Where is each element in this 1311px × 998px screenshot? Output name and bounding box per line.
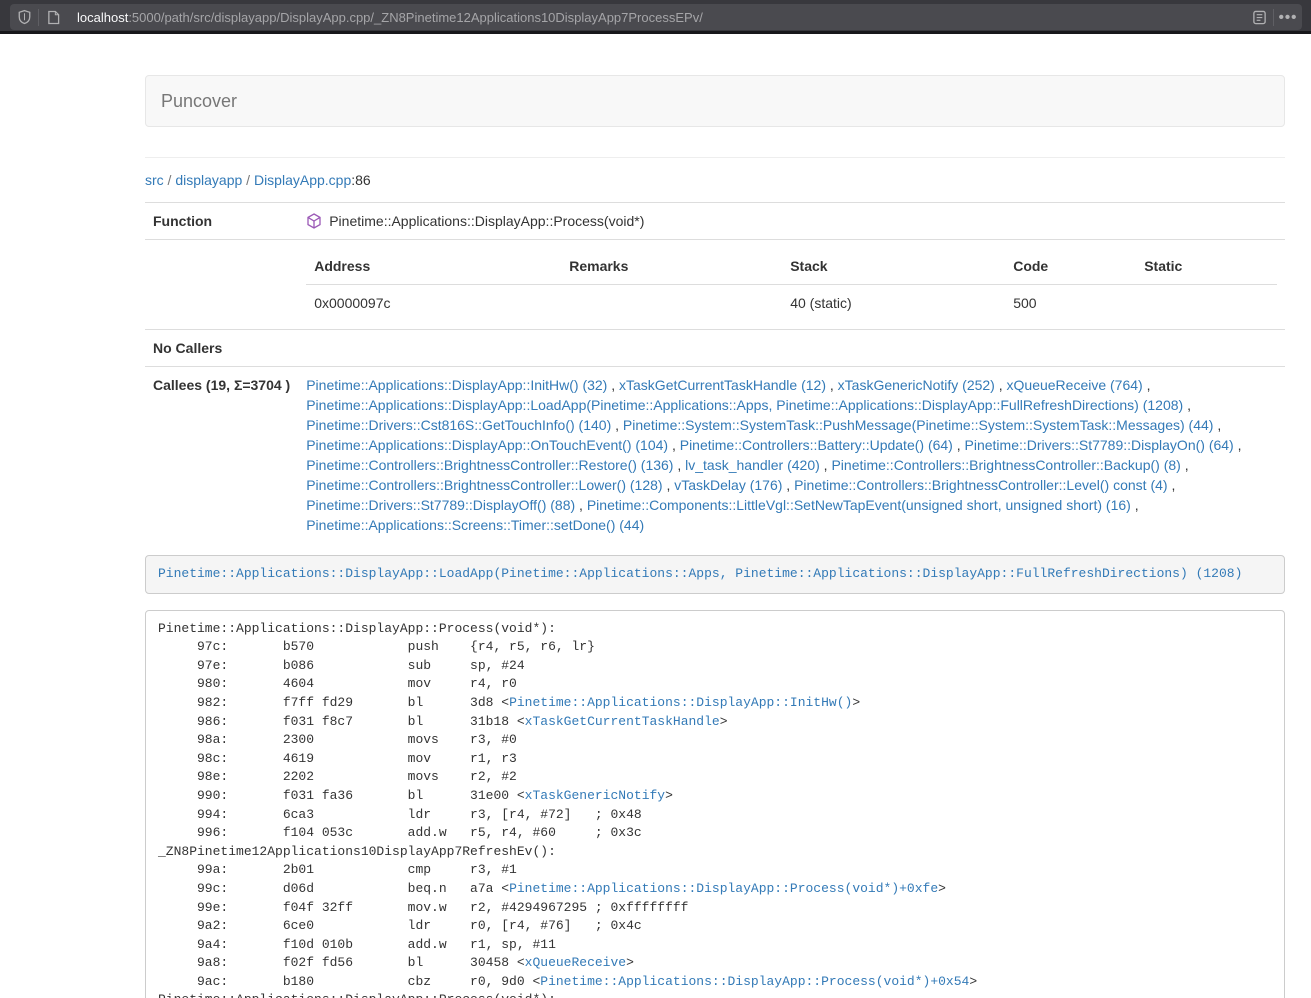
url-bar[interactable]: localhost:5000/path/src/displayapp/Displ… [10, 4, 1302, 30]
app-navbar: Puncover [145, 75, 1285, 127]
callee-link[interactable]: Pinetime::System::SystemTask::PushMessag… [623, 417, 1214, 433]
table-row-metrics: Address Remarks Stack Code Static 0x0000… [145, 240, 1285, 330]
function-row-label: Function [145, 203, 298, 240]
col-stack: Stack [782, 248, 1005, 285]
callee-link[interactable]: Pinetime::Controllers::BrightnessControl… [831, 457, 1180, 473]
callee-link[interactable]: Pinetime::Applications::DisplayApp::Init… [306, 377, 607, 393]
callee-link[interactable]: xQueueReceive (764) [1007, 377, 1143, 393]
metrics-header-row: Address Remarks Stack Code Static [306, 248, 1277, 285]
col-code: Code [1005, 248, 1136, 285]
divider [145, 157, 1285, 158]
callee-link[interactable]: Pinetime::Controllers::BrightnessControl… [794, 477, 1167, 493]
callee-link[interactable]: Pinetime::Controllers::BrightnessControl… [306, 457, 673, 473]
asm-symbol-link[interactable]: Pinetime::Applications::DisplayApp::Proc… [509, 881, 938, 896]
highlighted-symbol-link[interactable]: Pinetime::Applications::DisplayApp::Load… [158, 566, 1242, 581]
breadcrumb: src / displayapp / DisplayApp.cpp:86 [145, 172, 1285, 188]
no-callers-label: No Callers [145, 330, 298, 367]
code-size-value: 500 [1005, 285, 1136, 322]
col-static: Static [1136, 248, 1277, 285]
reader-mode-icon[interactable] [1245, 4, 1273, 30]
callee-link[interactable]: vTaskDelay (176) [674, 477, 782, 493]
page-info-icon[interactable] [39, 4, 67, 30]
callee-link[interactable]: Pinetime::Controllers::Battery::Update()… [680, 437, 953, 453]
callee-link[interactable]: Pinetime::Applications::DisplayApp::Load… [306, 397, 1183, 413]
page-actions-icon[interactable]: ••• [1274, 4, 1302, 30]
table-row-function: Function Pinetime::Applications::Display… [145, 203, 1285, 240]
callee-link[interactable]: Pinetime::Controllers::BrightnessControl… [306, 477, 662, 493]
address-value: 0x0000097c [306, 285, 561, 322]
browser-toolbar: localhost:5000/path/src/displayapp/Displ… [0, 0, 1311, 34]
function-name-cell: Pinetime::Applications::DisplayApp::Proc… [306, 211, 1277, 231]
breadcrumb-link[interactable]: DisplayApp.cpp [254, 172, 351, 188]
breadcrumb-link[interactable]: src [145, 172, 164, 188]
breadcrumb-line-number: :86 [351, 172, 370, 188]
callees-list: Pinetime::Applications::DisplayApp::Init… [298, 367, 1285, 544]
url-host: localhost [77, 10, 128, 25]
table-row-callees: Callees (19, Σ=3704 ) Pinetime::Applicat… [145, 367, 1285, 544]
col-remarks: Remarks [561, 248, 782, 285]
symbol-cube-icon [306, 213, 322, 229]
asm-symbol-link[interactable]: xQueueReceive [525, 955, 626, 970]
symbol-table: Function Pinetime::Applications::Display… [145, 202, 1285, 543]
callee-link[interactable]: xTaskGetCurrentTaskHandle (12) [619, 377, 826, 393]
asm-symbol-link[interactable]: Pinetime::Applications::DisplayApp::Init… [509, 695, 852, 710]
url-path: :5000/path/src/displayapp/DisplayApp.cpp… [128, 10, 703, 25]
callee-link[interactable]: Pinetime::Applications::Screens::Timer::… [306, 517, 644, 533]
remarks-value [561, 285, 782, 322]
callee-link[interactable]: Pinetime::Drivers::Cst816S::GetTouchInfo… [306, 417, 611, 433]
callee-link[interactable]: Pinetime::Drivers::St7789::DisplayOff() … [306, 497, 575, 513]
callees-label: Callees (19, Σ=3704 ) [145, 367, 298, 544]
asm-symbol-link[interactable]: xTaskGetCurrentTaskHandle [525, 714, 720, 729]
callee-link[interactable]: Pinetime::Applications::DisplayApp::OnTo… [306, 437, 668, 453]
highlighted-symbol-box: Pinetime::Applications::DisplayApp::Load… [145, 555, 1285, 594]
callee-link[interactable]: lv_task_handler (420) [685, 457, 820, 473]
page-container: Puncover src / displayapp / DisplayApp.c… [145, 75, 1285, 998]
callee-link[interactable]: Pinetime::Drivers::St7789::DisplayOn() (… [965, 437, 1234, 453]
metrics-value-row: 0x0000097c 40 (static) 500 [306, 285, 1277, 322]
callee-link[interactable]: Pinetime::Components::LittleVgl::SetNewT… [587, 497, 1131, 513]
breadcrumb-separator: / [242, 172, 254, 188]
static-value [1136, 285, 1277, 322]
stack-value: 40 (static) [782, 285, 1005, 322]
col-address: Address [306, 248, 561, 285]
disassembly-box: Pinetime::Applications::DisplayApp::Proc… [145, 610, 1285, 998]
app-brand[interactable]: Puncover [146, 91, 252, 112]
callee-link[interactable]: xTaskGenericNotify (252) [838, 377, 995, 393]
breadcrumb-separator: / [164, 172, 176, 188]
url-text[interactable]: localhost:5000/path/src/displayapp/Displ… [77, 10, 1245, 25]
metrics-table: Address Remarks Stack Code Static 0x0000… [306, 248, 1277, 321]
asm-symbol-link[interactable]: Pinetime::Applications::DisplayApp::Proc… [540, 974, 969, 989]
breadcrumb-link[interactable]: displayapp [175, 172, 242, 188]
function-name: Pinetime::Applications::DisplayApp::Proc… [329, 211, 644, 231]
asm-symbol-link[interactable]: xTaskGenericNotify [525, 788, 665, 803]
shield-icon[interactable] [10, 4, 38, 30]
table-row-callers: No Callers [145, 330, 1285, 367]
disassembly-listing: Pinetime::Applications::DisplayApp::Proc… [158, 620, 1272, 998]
